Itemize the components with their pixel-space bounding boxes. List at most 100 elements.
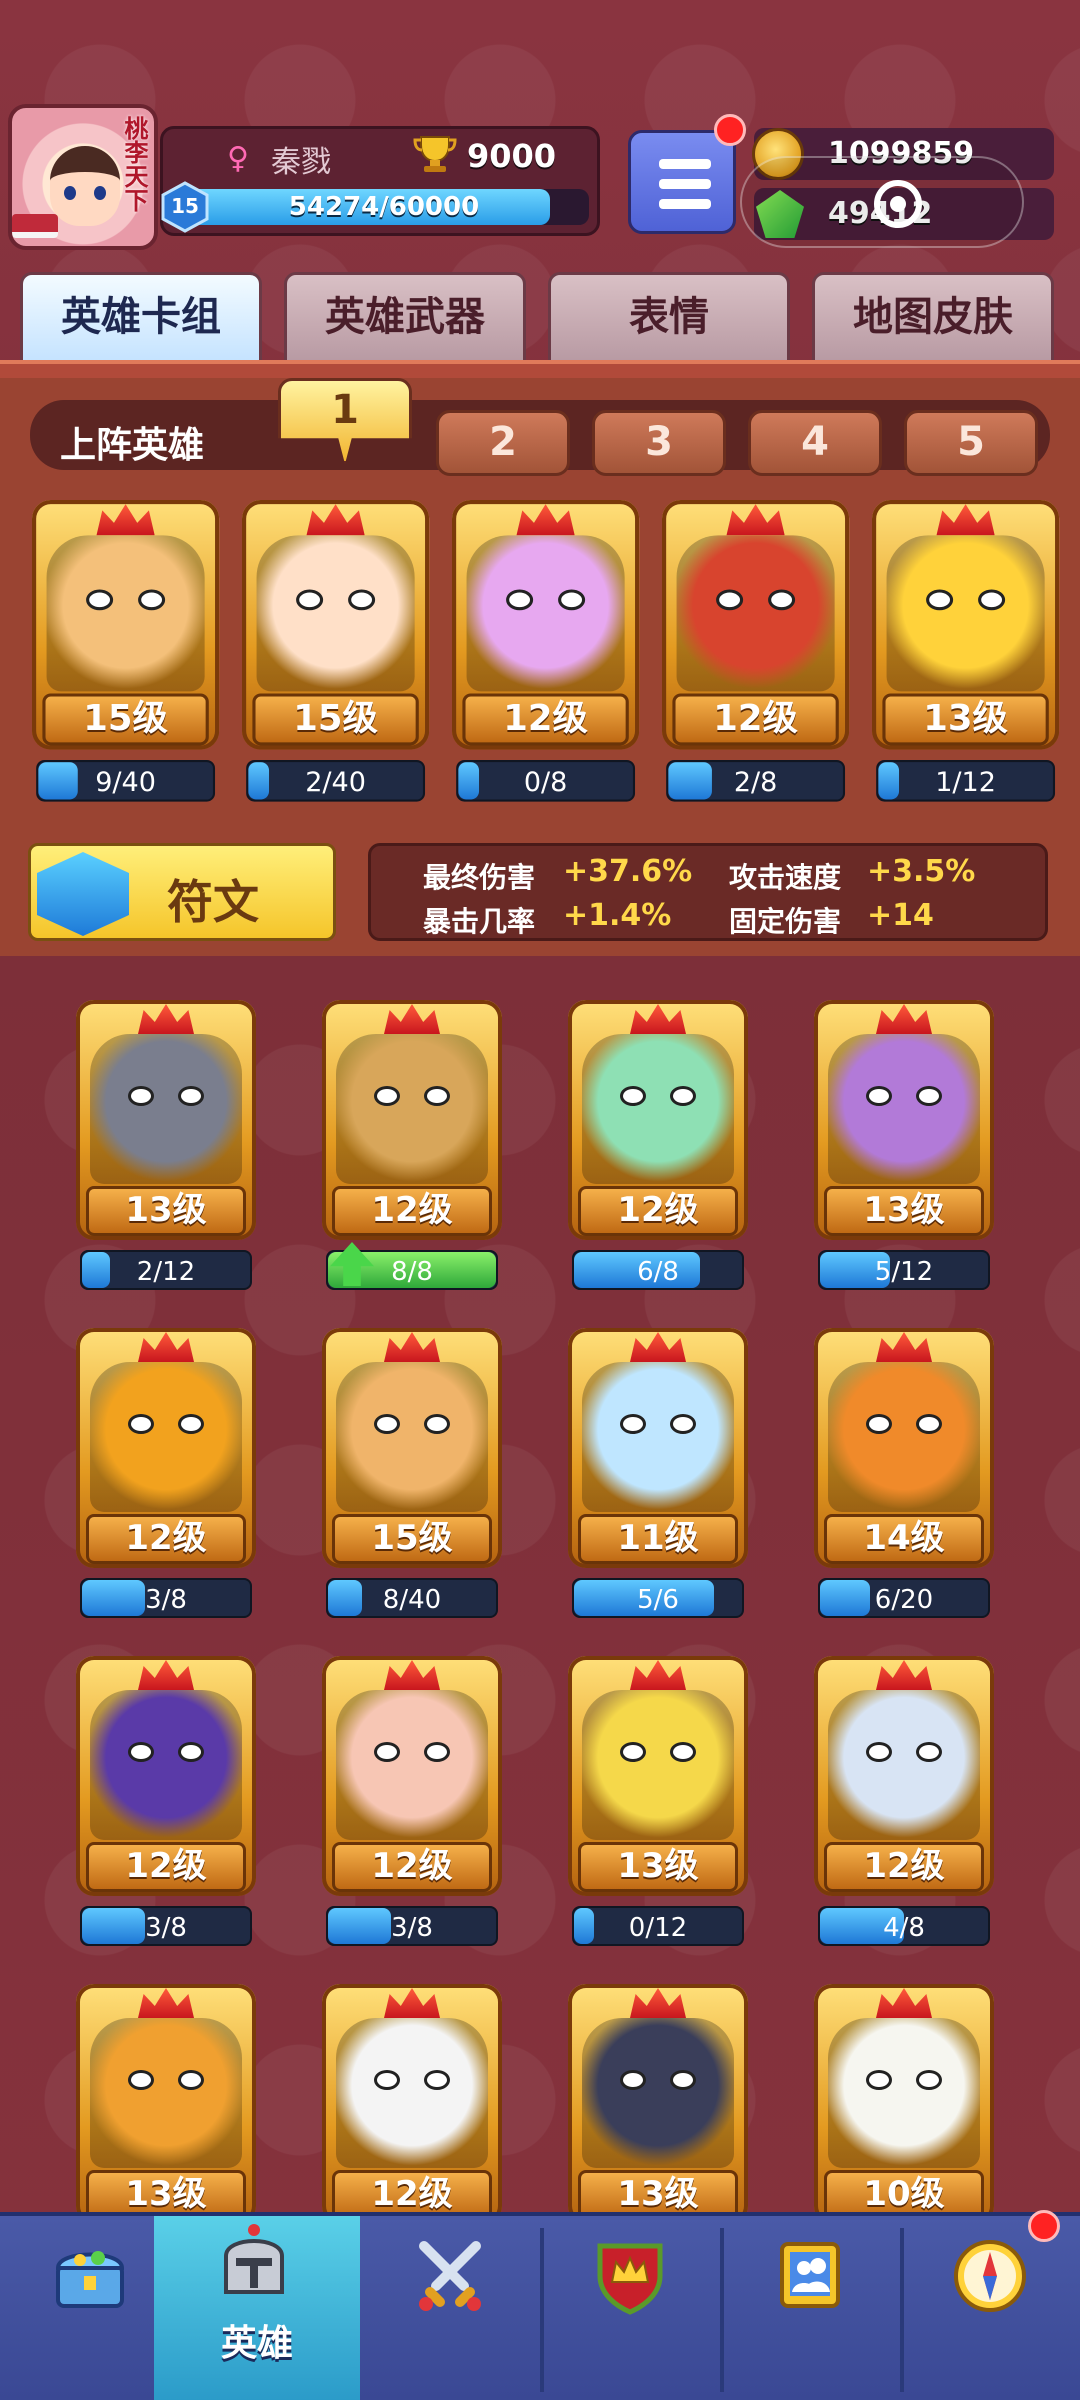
runes-button[interactable]: 符文	[28, 843, 336, 941]
hero-card-progress-bar: 5/12	[818, 1250, 990, 1290]
rune-crystal-icon	[37, 852, 129, 936]
hero-eye	[138, 589, 166, 611]
nav-battle[interactable]	[360, 2216, 540, 2400]
card-count: 6/8	[637, 1257, 679, 1287]
hero-portrait	[90, 1034, 242, 1184]
crossed-swords-icon	[419, 2241, 481, 2311]
hero-eye	[670, 2070, 696, 2090]
hero-portrait	[828, 1690, 980, 1840]
tab-hero-deck[interactable]: 英雄卡组	[20, 272, 262, 364]
tab-hero-weapons[interactable]: 英雄武器	[284, 272, 526, 364]
hero-eye	[916, 1742, 942, 1762]
hero-portrait	[46, 535, 205, 692]
card-count: 5/12	[874, 1257, 934, 1287]
hero-eye	[716, 589, 744, 611]
floating-assist-button[interactable]	[740, 156, 1024, 248]
hero-eye	[866, 1086, 892, 1106]
card-count: 2/8	[733, 767, 778, 799]
hero-eye	[866, 1742, 892, 1762]
stat-name: 攻击速度	[729, 861, 842, 894]
lineup-slot-5[interactable]: 5	[904, 410, 1038, 476]
hero-card-progress-bar: 8/40	[326, 1578, 498, 1618]
hero-eye	[916, 1414, 942, 1434]
hero-level: 13级	[86, 1186, 246, 1236]
hero-eye	[178, 2070, 204, 2090]
nav-shop[interactable]	[0, 2216, 180, 2400]
nav-ranking[interactable]	[540, 2216, 720, 2400]
hero-level: 12级	[86, 1514, 246, 1564]
xp-bar: 54274/60000	[179, 189, 589, 225]
hero-portrait	[828, 1034, 980, 1184]
lineup-slot-2[interactable]: 2	[436, 410, 570, 476]
hero-portrait	[90, 1362, 242, 1512]
stat-name: 暴击几率	[423, 905, 536, 938]
hero-eye	[424, 1414, 450, 1434]
nav-guild[interactable]	[720, 2216, 900, 2400]
compass-icon	[954, 2240, 1026, 2312]
hero-card-progress-bar: 9/40	[36, 760, 216, 802]
tab-map-skins[interactable]: 地图皮肤	[812, 272, 1054, 364]
hero-card-progress-bar: 1/12	[876, 760, 1056, 802]
hero-portrait	[90, 2018, 242, 2168]
card-count: 2/40	[305, 767, 366, 799]
hero-eye	[296, 589, 324, 611]
lineup-panel: 上阵英雄 1 2 3 4 5 15级 9/40 15级 2/40 12级 0/8 12级 2/…	[0, 378, 1080, 956]
guild-banner-icon	[780, 2242, 840, 2308]
hero-eye	[916, 2070, 942, 2090]
hamburger-menu-icon	[659, 159, 711, 169]
hero-eye	[178, 1742, 204, 1762]
nav-heroes[interactable]: 英雄	[154, 2216, 360, 2400]
hero-eye	[768, 589, 796, 611]
hero-portrait	[336, 1362, 488, 1512]
player-avatar[interactable]: 桃李天下	[8, 104, 158, 250]
hero-eye	[916, 1086, 942, 1106]
main-menu-button[interactable]	[628, 130, 736, 234]
avatar-eye	[64, 186, 76, 200]
hero-level: 15级	[42, 693, 209, 746]
hero-level: 15级	[252, 693, 419, 746]
hero-eye	[374, 1086, 400, 1106]
hero-portrait	[676, 535, 835, 692]
hero-eye	[424, 1742, 450, 1762]
hero-eye	[866, 2070, 892, 2090]
hero-eye	[670, 1414, 696, 1434]
stat-name: 固定伤害	[729, 905, 842, 938]
hero-portrait	[582, 1034, 734, 1184]
hero-eye	[670, 1742, 696, 1762]
nav-explore[interactable]	[900, 2210, 1080, 2400]
tab-emotes[interactable]: 表情	[548, 272, 790, 364]
hero-eye	[506, 589, 534, 611]
hero-portrait	[886, 535, 1045, 692]
stat-name: 最终伤害	[423, 861, 536, 894]
avatar-book-icon	[12, 214, 58, 238]
card-count: 6/20	[874, 1585, 934, 1615]
hero-eye	[424, 2070, 450, 2090]
hero-level: 12级	[672, 693, 839, 746]
hero-eye	[670, 1086, 696, 1106]
hero-eye	[978, 589, 1006, 611]
profile-panel[interactable]: ♀ 秦戮 9000 54274/60000 15	[160, 126, 600, 236]
hamburger-menu-icon	[659, 199, 711, 209]
hero-eye	[620, 1414, 646, 1434]
lineup-slot-4[interactable]: 4	[748, 410, 882, 476]
bottom-navigation: 英雄	[0, 2210, 1080, 2400]
hero-level: 12级	[332, 1842, 492, 1892]
hero-eye	[424, 1086, 450, 1106]
hero-eye	[128, 2070, 154, 2090]
hero-level: 13级	[578, 1842, 738, 1892]
hero-portrait	[582, 2018, 734, 2168]
hero-level: 12级	[462, 693, 629, 746]
trophy-icon	[413, 136, 457, 172]
treasure-chest-icon	[55, 2251, 125, 2308]
hero-level: 12级	[86, 1842, 246, 1892]
female-icon: ♀	[227, 141, 249, 176]
lineup-slot-3[interactable]: 3	[592, 410, 726, 476]
hero-portrait	[828, 2018, 980, 2168]
stat-value: +14	[867, 898, 934, 933]
hero-portrait	[582, 1690, 734, 1840]
hero-eye	[558, 589, 586, 611]
hero-level: 15级	[332, 1514, 492, 1564]
tab-bar: 英雄卡组 英雄武器 表情 地图皮肤	[20, 272, 1060, 364]
lineup-label: 上阵英雄	[60, 425, 205, 466]
hero-level: 14级	[824, 1514, 984, 1564]
